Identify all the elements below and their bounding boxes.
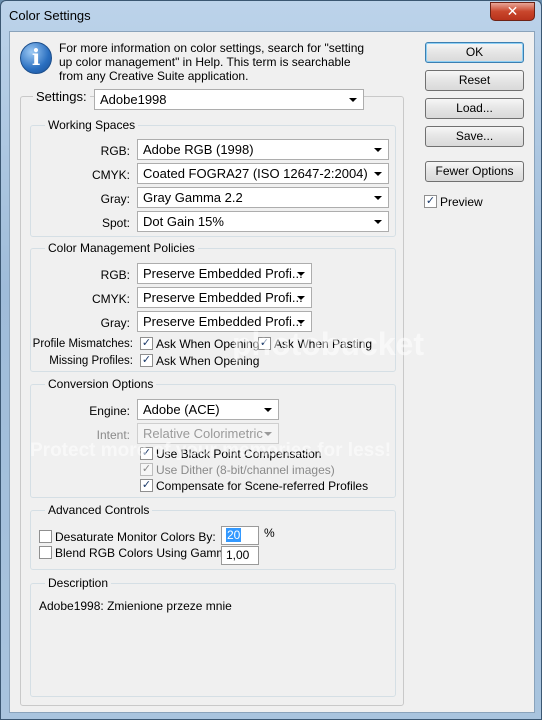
conversion-legend: Conversion Options — [45, 377, 157, 391]
chevron-down-icon — [297, 296, 305, 300]
desaturate-input[interactable]: 20 — [221, 526, 259, 545]
ws-spot-value: Dot Gain 15% — [143, 214, 224, 229]
fewer-options-button[interactable]: Fewer Options — [425, 161, 524, 182]
chevron-down-icon — [374, 172, 382, 176]
settings-label: Settings: — [33, 90, 90, 104]
policy-gray-dropdown[interactable]: Preserve Embedded Profi... — [137, 311, 312, 332]
chevron-down-icon — [374, 196, 382, 200]
scene-referred-label: Compensate for Scene-referred Profiles — [156, 479, 369, 493]
ws-spot-dropdown[interactable]: Dot Gain 15% — [137, 211, 389, 232]
profile-mismatches-label: Profile Mismatches: — [32, 338, 133, 350]
ws-cmyk-dropdown[interactable]: Coated FOGRA27 (ISO 12647-2:2004) — [137, 163, 389, 184]
reset-button[interactable]: Reset — [425, 70, 524, 91]
intent-value: Relative Colorimetric — [143, 426, 263, 441]
dialog-body: i For more information on color settings… — [9, 31, 535, 713]
intent-label: Intent: — [96, 428, 130, 442]
ws-cmyk-label: CMYK: — [91, 168, 130, 182]
ws-spot-label: Spot: — [101, 216, 130, 230]
ws-gray-label: Gray: — [100, 192, 130, 206]
load-button[interactable]: Load... — [425, 98, 524, 119]
chevron-down-icon — [264, 408, 272, 412]
ws-rgb-dropdown[interactable]: Adobe RGB (1998) — [137, 139, 389, 160]
policy-cmyk-label: CMYK: — [91, 292, 130, 306]
window-title: Color Settings — [9, 8, 91, 23]
mismatch-ask-pasting-label: Ask When Pasting — [274, 337, 373, 351]
dither-label: Use Dither (8-bit/channel images) — [156, 463, 335, 477]
description-text: Adobe1998: Zmienione przeze mnie — [39, 599, 232, 613]
mismatch-ask-opening-label: Ask When Opening — [156, 337, 260, 351]
policy-cmyk-value: Preserve Embedded Profi... — [143, 290, 303, 305]
chevron-down-icon — [297, 272, 305, 276]
chevron-down-icon — [374, 148, 382, 152]
ok-button[interactable]: OK — [425, 42, 524, 63]
info-message: For more information on color settings, … — [59, 41, 365, 83]
advanced-legend: Advanced Controls — [45, 503, 153, 517]
intent-dropdown[interactable]: Relative Colorimetric — [137, 423, 279, 444]
blend-gamma-value: 1,00 — [226, 548, 250, 562]
chevron-down-icon — [264, 432, 272, 436]
engine-value: Adobe (ACE) — [143, 402, 220, 417]
desaturate-unit: % — [264, 526, 275, 540]
ws-cmyk-value: Coated FOGRA27 (ISO 12647-2:2004) — [143, 166, 368, 181]
dither-checkbox[interactable]: ✓ — [140, 463, 153, 476]
desaturate-label: Desaturate Monitor Colors By: — [55, 530, 216, 544]
missing-ask-opening-checkbox[interactable]: ✓ — [140, 354, 153, 367]
policy-rgb-dropdown[interactable]: Preserve Embedded Profi... — [137, 263, 312, 284]
ws-rgb-value: Adobe RGB (1998) — [143, 142, 254, 157]
blend-gamma-checkbox[interactable] — [39, 546, 52, 559]
settings-value: Adobe1998 — [100, 92, 167, 107]
dialog-window: Color Settings ✕ i For more information … — [0, 0, 542, 720]
ws-gray-value: Gray Gamma 2.2 — [143, 190, 243, 205]
policy-rgb-value: Preserve Embedded Profi... — [143, 266, 303, 281]
scene-referred-checkbox[interactable]: ✓ — [140, 479, 153, 492]
chevron-down-icon — [297, 320, 305, 324]
ws-rgb-label: RGB: — [100, 144, 130, 158]
title-bar[interactable]: Color Settings ✕ — [1, 1, 541, 31]
black-point-checkbox[interactable]: ✓ — [140, 447, 153, 460]
description-legend: Description — [45, 576, 112, 590]
desaturate-checkbox[interactable] — [39, 530, 52, 543]
settings-dropdown[interactable]: Adobe1998 — [94, 89, 364, 110]
blend-gamma-label: Blend RGB Colors Using Gamma: — [55, 546, 237, 560]
ws-gray-dropdown[interactable]: Gray Gamma 2.2 — [137, 187, 389, 208]
close-button[interactable]: ✕ — [490, 2, 535, 21]
black-point-label: Use Black Point Compensation — [156, 447, 322, 461]
missing-ask-opening-label: Ask When Opening — [156, 354, 260, 368]
chevron-down-icon — [374, 220, 382, 224]
mismatch-ask-pasting-checkbox[interactable]: ✓ — [258, 337, 271, 350]
save-button[interactable]: Save... — [425, 126, 524, 147]
working-spaces-legend: Working Spaces — [45, 118, 139, 132]
policy-rgb-label: RGB: — [100, 268, 130, 282]
blend-gamma-input[interactable]: 1,00 — [221, 546, 259, 565]
policies-legend: Color Management Policies — [45, 241, 198, 255]
policy-gray-value: Preserve Embedded Profi... — [143, 314, 303, 329]
chevron-down-icon — [349, 98, 357, 102]
desaturate-value: 20 — [226, 528, 242, 542]
mismatch-ask-opening-checkbox[interactable]: ✓ — [140, 337, 153, 350]
engine-dropdown[interactable]: Adobe (ACE) — [137, 399, 279, 420]
policy-cmyk-dropdown[interactable]: Preserve Embedded Profi... — [137, 287, 312, 308]
close-icon: ✕ — [506, 3, 519, 19]
preview-label: Preview — [440, 195, 483, 209]
policy-gray-label: Gray: — [100, 316, 130, 330]
preview-checkbox[interactable]: ✓ — [424, 195, 437, 208]
missing-profiles-label: Missing Profiles: — [49, 355, 133, 367]
info-icon: i — [20, 42, 52, 74]
engine-label: Engine: — [89, 404, 130, 418]
